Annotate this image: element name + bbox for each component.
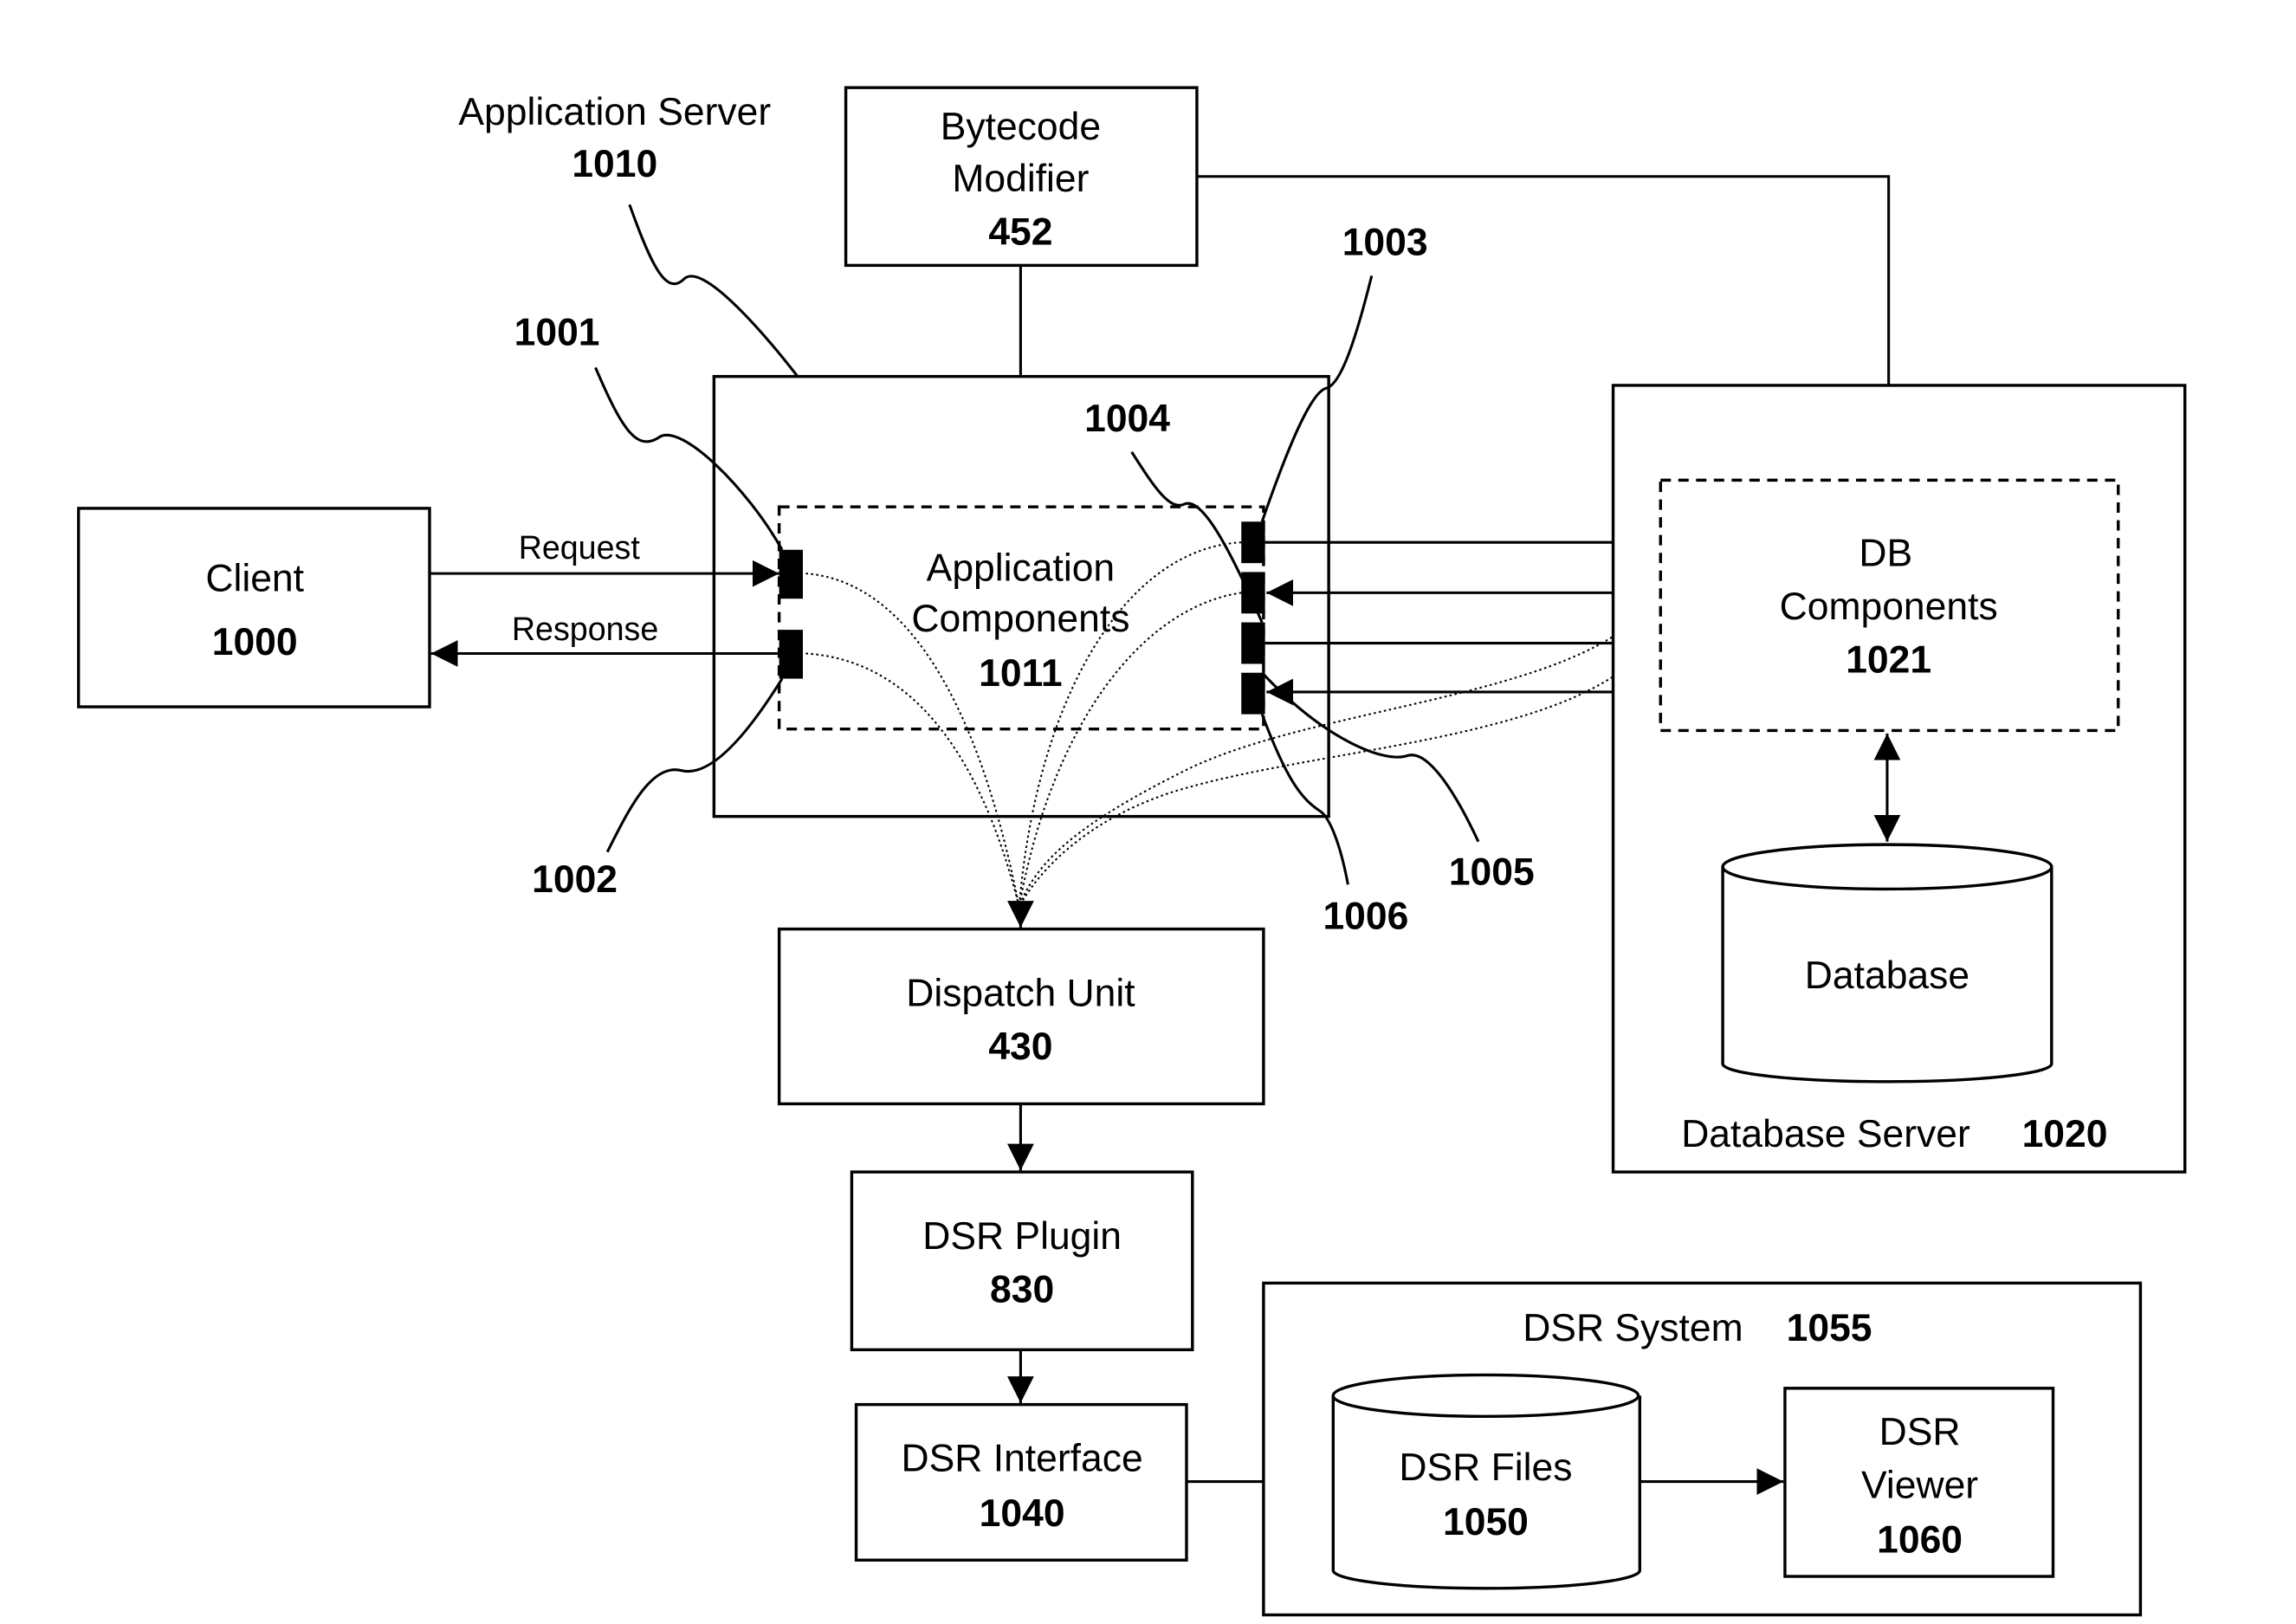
bytecode-modifier-box: Bytecode Modifier 452	[844, 86, 1199, 268]
dsr-system-label: DSR System	[1523, 1307, 1743, 1349]
dsr-files-cylinder: DSR Files 1050	[1331, 1373, 1642, 1590]
application-server-label: Application Server	[458, 91, 771, 133]
application-server-leader	[628, 204, 801, 381]
dispatch-unit-label: Dispatch Unit	[906, 973, 1135, 1015]
architecture-diagram: Application Server 1010 Bytecode Modifie…	[76, 86, 2187, 1617]
callout-1003: 1003	[1342, 221, 1428, 263]
application-components-ref: 1011	[979, 652, 1062, 695]
callout-1006: 1006	[1323, 896, 1408, 938]
database-cylinder: Database	[1721, 843, 2053, 1084]
callout-1002: 1002	[532, 858, 618, 901]
db-components-ref: 1021	[1846, 639, 1931, 682]
client-ref: 1000	[212, 621, 298, 663]
dsr-files-ref: 1050	[1443, 1501, 1529, 1543]
dsr-viewer-label-2: Viewer	[1861, 1464, 1978, 1506]
client-box: Client 1000	[76, 507, 431, 708]
database-server-label: Database Server	[1681, 1113, 1970, 1155]
sensor-1002	[779, 630, 803, 679]
dsr-viewer-label-1: DSR	[1879, 1411, 1961, 1453]
sensor-1005	[1241, 622, 1265, 664]
response-label: Response	[512, 611, 658, 647]
client-label: Client	[205, 558, 304, 600]
sensor-1004	[1241, 572, 1265, 614]
dispatch-unit-box: Dispatch Unit 430	[777, 927, 1265, 1106]
request-label: Request	[519, 529, 641, 566]
callout-1005: 1005	[1449, 851, 1535, 893]
dsr-interface-ref: 1040	[980, 1492, 1065, 1535]
dsr-interface-label: DSR Interface	[902, 1438, 1143, 1480]
database-label: Database	[1805, 954, 1969, 997]
application-components-label-2: Components	[911, 598, 1129, 640]
sensor-1001	[779, 549, 803, 599]
sensor-1003	[1241, 521, 1265, 564]
bytecode-modifier-label-1: Bytecode	[941, 106, 1101, 148]
dsr-plugin-label: DSR Plugin	[922, 1215, 1122, 1258]
bytecode-modifier-ref: 452	[988, 210, 1052, 253]
dsr-system-ref: 1055	[1787, 1307, 1872, 1349]
callout-1001: 1001	[514, 312, 600, 354]
callout-1004: 1004	[1084, 398, 1170, 440]
dsr-plugin-ref: 830	[990, 1269, 1054, 1311]
database-server-ref: 1020	[2022, 1113, 2108, 1155]
sensor-1006	[1241, 672, 1265, 715]
application-components-label-1: Application	[927, 547, 1115, 590]
bytecode-modifier-label-2: Modifier	[952, 158, 1089, 200]
application-server-ref: 1010	[572, 143, 657, 185]
dsr-interface-box: DSR Interface 1040	[854, 1402, 1188, 1562]
dsr-viewer-ref: 1060	[1877, 1519, 1963, 1562]
dsr-files-label: DSR Files	[1399, 1446, 1572, 1489]
db-components-label-1: DB	[1859, 533, 1912, 575]
dispatch-unit-ref: 430	[988, 1026, 1052, 1068]
db-components-label-2: Components	[1780, 586, 1998, 628]
dsr-viewer-box: DSR Viewer 1060	[1783, 1387, 2055, 1578]
application-server-box	[712, 374, 1330, 818]
dsr-plugin-box: DSR Plugin 830	[850, 1170, 1194, 1352]
